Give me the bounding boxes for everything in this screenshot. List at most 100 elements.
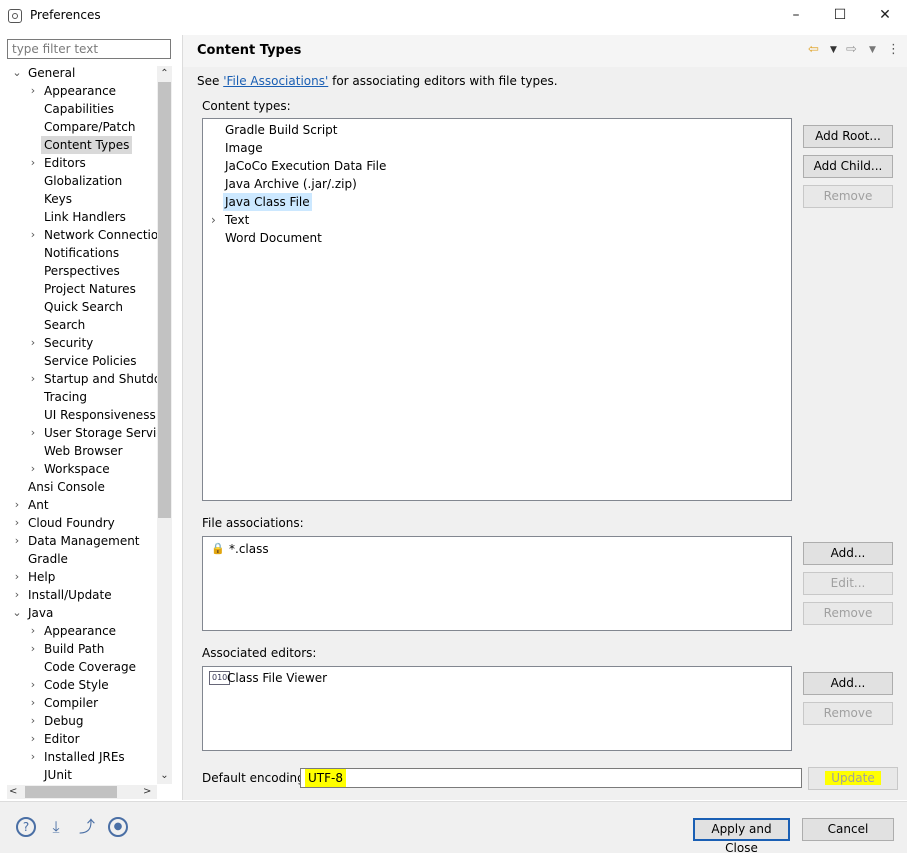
tree-item[interactable]: JUnit [0, 766, 158, 783]
tree-item[interactable]: Content Types [0, 136, 158, 154]
chevron-right-icon[interactable]: › [28, 226, 38, 244]
tree-item[interactable]: › Workspace [0, 460, 158, 478]
view-menu-icon[interactable]: ⋮ [887, 42, 900, 57]
edit-association-button[interactable]: Edit... [803, 572, 893, 595]
tree-item[interactable]: Compare/Patch [0, 118, 158, 136]
associated-editors-list[interactable]: 010 Class File Viewer [202, 666, 792, 751]
tree-item[interactable]: Search [0, 316, 158, 334]
tree-item[interactable]: ⌄ General [0, 64, 158, 82]
tree-item[interactable]: › Cloud Foundry [0, 514, 158, 532]
tree-item[interactable]: UI Responsiveness M [0, 406, 158, 424]
tree-item[interactable]: Project Natures [0, 280, 158, 298]
tree-item[interactable]: › Debug [0, 712, 158, 730]
tree-item[interactable]: Service Policies [0, 352, 158, 370]
scroll-right-icon[interactable]: > [143, 785, 151, 799]
hscroll-thumb[interactable] [25, 786, 117, 798]
chevron-right-icon[interactable]: › [209, 211, 218, 229]
chevron-right-icon[interactable]: › [12, 586, 22, 604]
chevron-right-icon[interactable]: › [28, 622, 38, 640]
content-type-item[interactable]: Java Class File [223, 193, 312, 211]
tree-item[interactable]: › Install/Update [0, 586, 158, 604]
chevron-right-icon[interactable]: › [12, 532, 22, 550]
export-icon[interactable]: ⤴ [77, 817, 97, 837]
tree-item[interactable]: Capabilities [0, 100, 158, 118]
tree-item[interactable]: Web Browser [0, 442, 158, 460]
tree-item[interactable]: Tracing [0, 388, 158, 406]
chevron-right-icon[interactable]: › [28, 370, 38, 388]
chevron-right-icon[interactable]: › [28, 676, 38, 694]
tree-item[interactable]: › Startup and Shutdow [0, 370, 158, 388]
file-association-item[interactable]: *.class [227, 540, 271, 558]
record-icon[interactable]: ● [108, 817, 128, 837]
update-button[interactable]: Update [808, 767, 898, 790]
chevron-right-icon[interactable]: › [12, 496, 22, 514]
tree-item[interactable]: › Ant [0, 496, 158, 514]
tree-item[interactable]: Perspectives [0, 262, 158, 280]
chevron-right-icon[interactable]: › [12, 514, 22, 532]
tree-item[interactable]: › Help [0, 568, 158, 586]
apply-and-close-button[interactable]: Apply and Close [693, 818, 790, 855]
tree-item[interactable]: › Security [0, 334, 158, 352]
tree-item[interactable]: › User Storage Service [0, 424, 158, 442]
associated-editor-item[interactable]: Class File Viewer [225, 669, 329, 687]
add-child-button[interactable]: Add Child... [803, 155, 893, 178]
remove-content-type-button[interactable]: Remove [803, 185, 893, 208]
tree-item[interactable]: › Build Path [0, 640, 158, 658]
chevron-down-icon[interactable]: ⌄ [12, 64, 22, 82]
back-dropdown-icon[interactable]: ▼ [830, 45, 837, 55]
forward-arrow-icon[interactable]: ⇨ [846, 42, 857, 57]
tree-item[interactable]: ⌄ Java [0, 604, 158, 622]
tree-item[interactable]: Ansi Console [0, 478, 158, 496]
content-type-item[interactable]: JaCoCo Execution Data File [223, 157, 388, 175]
tree-item[interactable]: Code Coverage [0, 658, 158, 676]
import-icon[interactable]: ⤓ [46, 817, 66, 837]
chevron-right-icon[interactable]: › [28, 334, 38, 352]
scroll-down-icon[interactable]: ⌄ [157, 768, 172, 783]
tree-item[interactable]: › Editors [0, 154, 158, 172]
tree-item[interactable]: › Appearance [0, 622, 158, 640]
tree-item[interactable]: Link Handlers [0, 208, 158, 226]
maximize-button[interactable]: ☐ [826, 4, 854, 26]
tree-item[interactable]: Keys [0, 190, 158, 208]
content-type-item[interactable]: Java Archive (.jar/.zip) [223, 175, 359, 193]
tree-item[interactable]: Quick Search [0, 298, 158, 316]
remove-editor-button[interactable]: Remove [803, 702, 893, 725]
content-type-item[interactable]: Word Document [223, 229, 324, 247]
add-root-button[interactable]: Add Root... [803, 125, 893, 148]
chevron-right-icon[interactable]: › [28, 712, 38, 730]
tree-item[interactable]: Notifications [0, 244, 158, 262]
filter-input[interactable] [7, 39, 171, 59]
chevron-down-icon[interactable]: ⌄ [12, 604, 22, 622]
chevron-right-icon[interactable]: › [28, 694, 38, 712]
scroll-up-icon[interactable]: ⌃ [157, 66, 172, 81]
chevron-right-icon[interactable]: › [28, 82, 38, 100]
add-editor-button[interactable]: Add... [803, 672, 893, 695]
file-associations-list[interactable]: 🔒 *.class [202, 536, 792, 631]
tree-item[interactable]: › Appearance [0, 82, 158, 100]
tree-item[interactable]: › Network Connection [0, 226, 158, 244]
add-association-button[interactable]: Add... [803, 542, 893, 565]
chevron-right-icon[interactable]: › [28, 460, 38, 478]
content-type-item[interactable]: Gradle Build Script [223, 121, 339, 139]
tree-item[interactable]: › Code Style [0, 676, 158, 694]
tree-item[interactable]: Gradle [0, 550, 158, 568]
chevron-right-icon[interactable]: › [12, 568, 22, 586]
tree-item[interactable]: › Installed JREs [0, 748, 158, 766]
file-associations-link[interactable]: 'File Associations' [223, 74, 328, 88]
content-types-tree[interactable]: Gradle Build Script Image JaCoCo Execution… [202, 118, 792, 501]
tree-vertical-scrollbar[interactable]: ⌃ ⌄ [157, 66, 172, 784]
tree-item[interactable]: › Editor [0, 730, 158, 748]
back-arrow-icon[interactable]: ⇦ [808, 42, 819, 57]
help-icon[interactable]: ? [16, 817, 36, 837]
chevron-right-icon[interactable]: › [28, 748, 38, 766]
tree-item[interactable]: Globalization [0, 172, 158, 190]
scroll-left-icon[interactable]: < [9, 785, 17, 799]
minimize-button[interactable]: – [782, 4, 810, 26]
cancel-button[interactable]: Cancel [802, 818, 894, 841]
remove-association-button[interactable]: Remove [803, 602, 893, 625]
default-encoding-input[interactable] [300, 768, 802, 788]
scroll-thumb[interactable] [158, 82, 171, 518]
forward-dropdown-icon[interactable]: ▼ [869, 45, 876, 55]
tree-item[interactable]: › Compiler [0, 694, 158, 712]
close-button[interactable]: ✕ [871, 4, 899, 26]
